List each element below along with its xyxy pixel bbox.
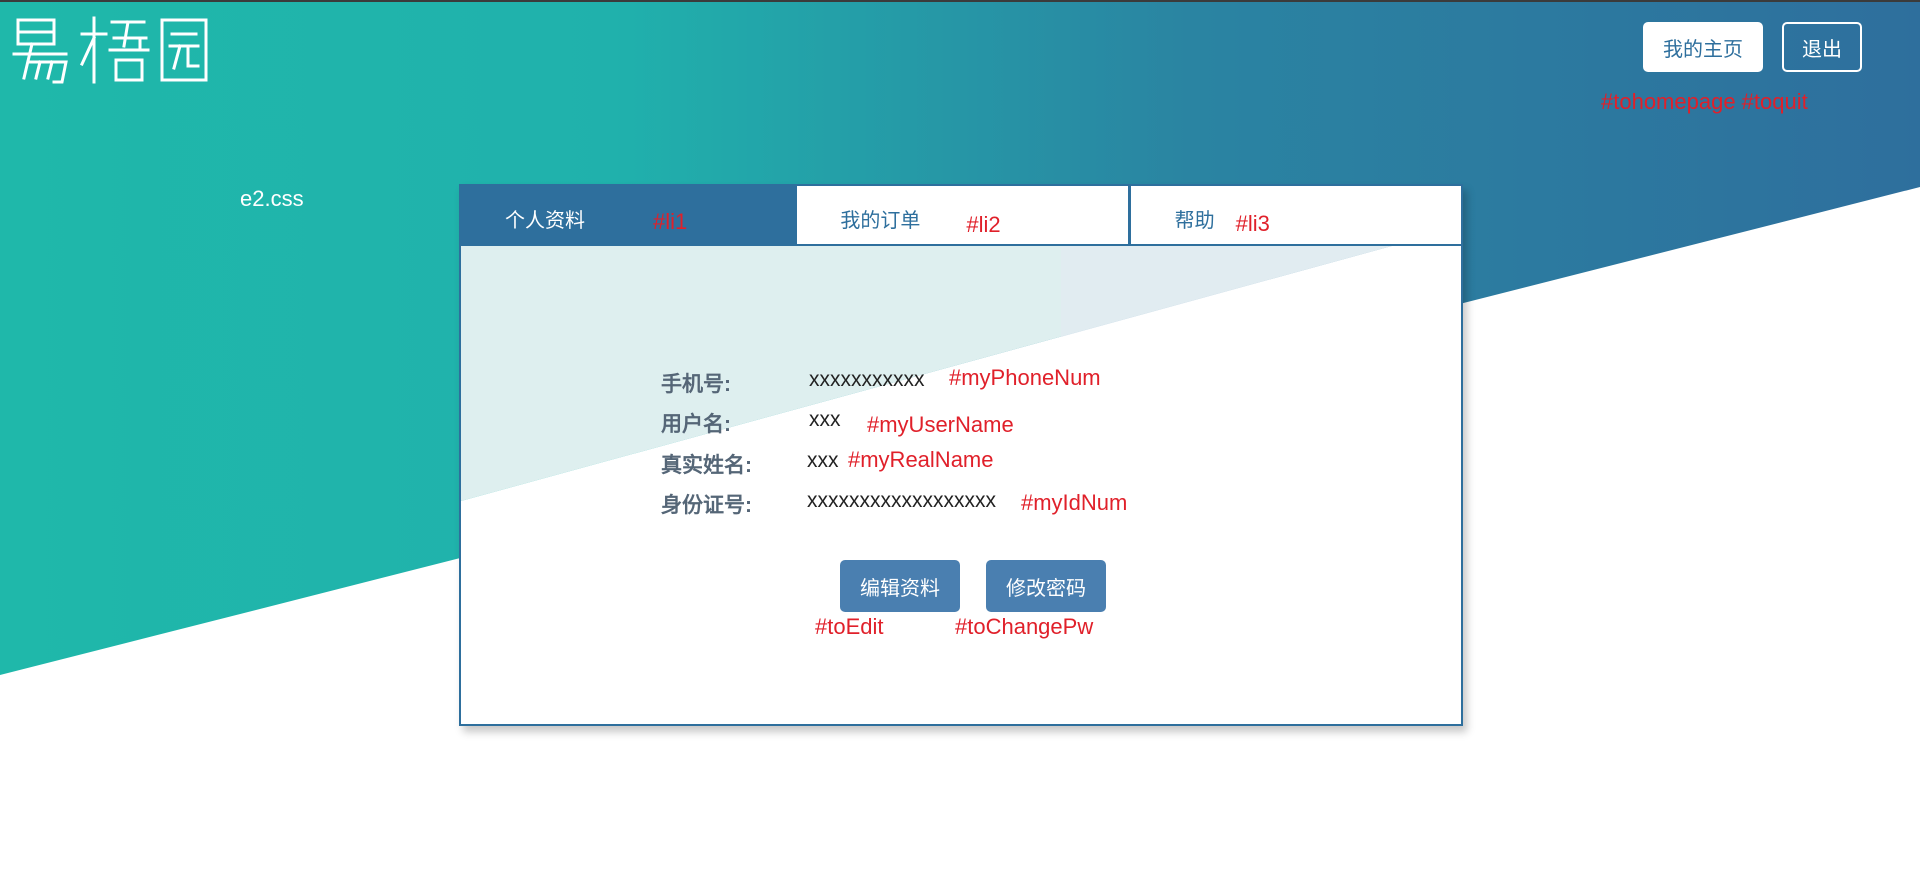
tab-my-orders[interactable]: 我的订单 #li2	[794, 186, 1128, 246]
realname-annotation: #myRealName	[848, 447, 994, 472]
top-border-line	[0, 0, 1920, 2]
tab-my-orders-label: 我的订单	[840, 210, 921, 232]
edit-profile-button[interactable]: 编辑资料	[840, 560, 960, 612]
my-homepage-button[interactable]: 我的主页	[1643, 22, 1763, 72]
stylesheet-note: e2.css	[240, 186, 304, 211]
header-buttons-annotation: #tohomepage #toquit	[1601, 89, 1808, 114]
realname-value: xxx	[807, 449, 839, 472]
logo-glyphs	[12, 16, 208, 84]
idnum-label: 身份证号:	[661, 494, 752, 517]
tab-bar: 个人资料 #li1 我的订单 #li2 帮助 #li3	[461, 186, 1461, 248]
idnum-value: xxxxxxxxxxxxxxxxxx	[807, 489, 996, 512]
idnum-annotation: #myIdNum	[1021, 490, 1128, 515]
quit-button[interactable]: 退出	[1782, 22, 1862, 72]
profile-panel: 个人资料 #li1 我的订单 #li2 帮助 #li3 手机号: xxxxxxx…	[459, 184, 1463, 726]
realname-label: 真实姓名:	[661, 454, 752, 477]
tab-help[interactable]: 帮助 #li3	[1127, 186, 1461, 246]
site-logo	[10, 12, 210, 89]
phone-label: 手机号:	[661, 373, 731, 396]
tab-help-label: 帮助	[1174, 210, 1215, 232]
tab-profile-label: 个人资料	[505, 210, 585, 232]
change-password-annotation: #toChangePw	[955, 614, 1094, 639]
tab-help-annotation: #li3	[1235, 211, 1270, 236]
username-label: 用户名:	[661, 413, 731, 436]
username-value: xxx	[809, 408, 841, 431]
tab-profile[interactable]: 个人资料 #li1	[461, 186, 795, 246]
edit-button-annotation: #toEdit	[815, 614, 884, 639]
username-annotation: #myUserName	[867, 412, 1014, 437]
tab-profile-annotation: #li1	[653, 209, 688, 234]
phone-value: xxxxxxxxxxx	[809, 368, 925, 391]
phone-annotation: #myPhoneNum	[949, 365, 1101, 390]
change-password-button[interactable]: 修改密码	[986, 560, 1106, 612]
tab-my-orders-annotation: #li2	[966, 212, 1001, 237]
